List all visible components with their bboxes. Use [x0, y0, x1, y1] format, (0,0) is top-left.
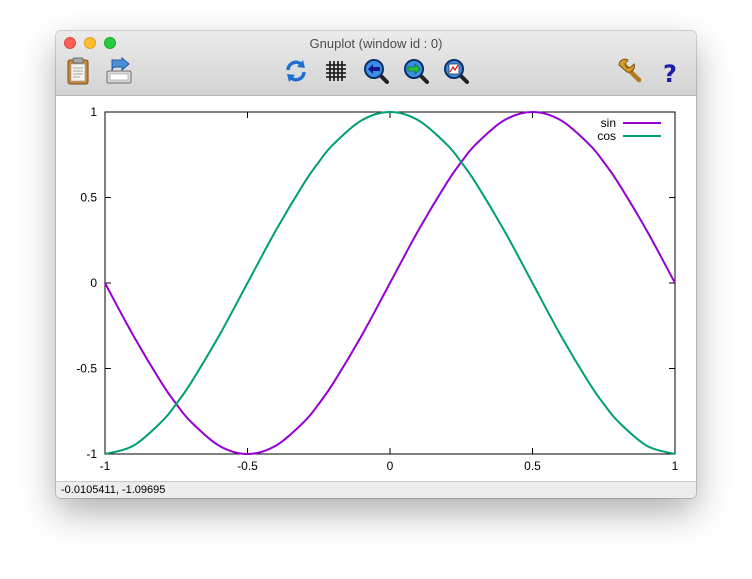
- x-tick-label: 0: [387, 459, 394, 473]
- y-tick-label: 1: [90, 105, 97, 119]
- y-tick-label: -0.5: [76, 362, 97, 376]
- zoom-previous-icon: [364, 59, 389, 84]
- window-title: Gnuplot (window id : 0): [309, 36, 443, 51]
- help-icon: ?: [663, 60, 677, 86]
- autoscale-button[interactable]: [441, 56, 471, 86]
- zoom-next-icon: [404, 59, 429, 84]
- export-icon: [106, 56, 132, 84]
- y-tick-label: -1: [86, 447, 97, 461]
- legend-label-cos: cos: [597, 129, 616, 143]
- replot-button[interactable]: [281, 56, 311, 86]
- copy-to-clipboard-button[interactable]: [64, 56, 94, 86]
- grid-icon: [326, 61, 346, 81]
- x-tick-label: -0.5: [237, 459, 258, 473]
- x-tick-label: 0.5: [524, 459, 541, 473]
- wrench-icon: [618, 58, 642, 83]
- status-bar: -0.0105411, -1.09695: [56, 481, 696, 498]
- x-tick-label: 1: [672, 459, 679, 473]
- legend-label-sin: sin: [601, 116, 616, 130]
- clipboard-icon: [67, 57, 89, 85]
- unzoom-icon: [444, 59, 469, 84]
- toggle-grid-button[interactable]: [321, 56, 351, 86]
- previous-zoom-button[interactable]: [361, 56, 391, 86]
- plot-area[interactable]: -1 -0.5 0 0.5 1 1 0.5 0 -0.5 -1 sin cos: [56, 96, 696, 481]
- series-line-sin: [104, 110, 676, 456]
- replot-icon: [286, 60, 306, 82]
- cursor-coordinates: -0.0105411, -1.09695: [61, 484, 166, 496]
- gnuplot-window: Gnuplot (window id : 0) ? -1 -0.5 0 0.5 …: [56, 31, 696, 498]
- configuration-button[interactable]: [615, 56, 645, 86]
- title-bar: Gnuplot (window id : 0) ?: [56, 31, 696, 96]
- next-zoom-button[interactable]: [401, 56, 431, 86]
- plot-canvas[interactable]: -1 -0.5 0 0.5 1 1 0.5 0 -0.5 -1 sincos: [56, 96, 696, 481]
- export-button[interactable]: [104, 56, 134, 86]
- x-tick-label: -1: [100, 459, 111, 473]
- help-button[interactable]: ?: [655, 56, 685, 86]
- svg-text:?: ?: [663, 60, 677, 86]
- y-tick-label: 0.5: [80, 191, 97, 205]
- y-tick-label: 0: [90, 276, 97, 290]
